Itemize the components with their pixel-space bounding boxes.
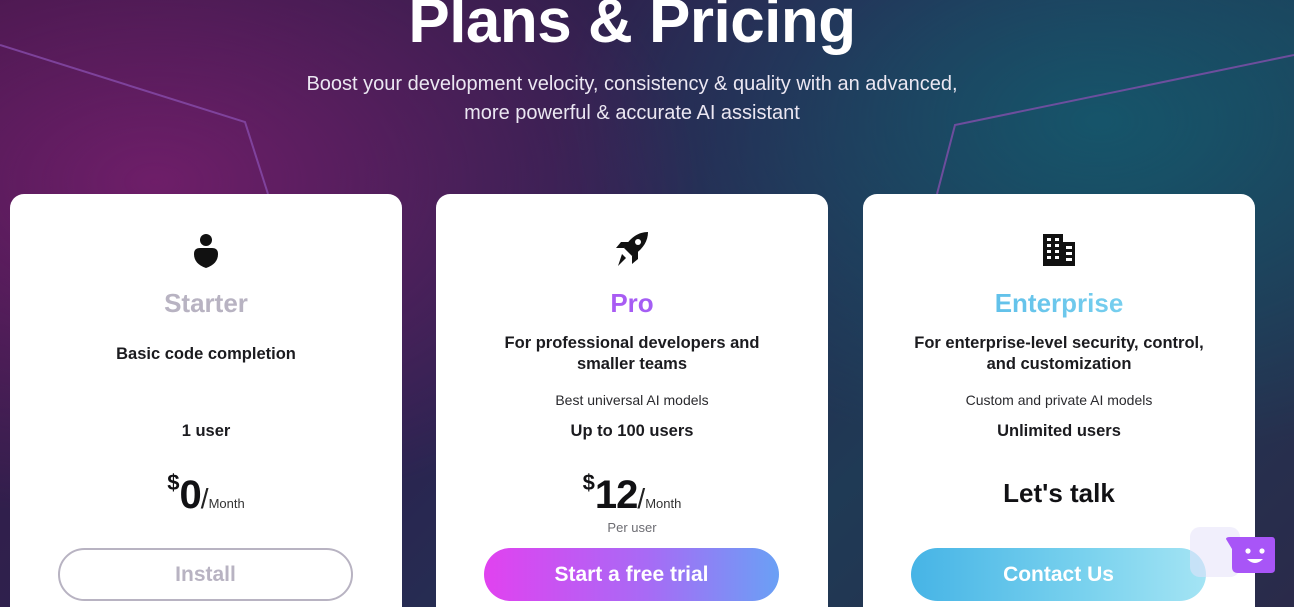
price-currency: $: [582, 470, 595, 495]
price-note: Per user: [607, 520, 657, 535]
plan-name: Enterprise: [863, 288, 1255, 319]
price-period: Month: [208, 496, 245, 511]
price-period: Month: [645, 496, 682, 511]
plan-description: For professional developers and smaller …: [504, 334, 760, 373]
page-title: Plans & Pricing: [408, 0, 856, 56]
install-button[interactable]: Install: [58, 548, 353, 601]
plan-price: $0/Month: [10, 470, 402, 518]
price-slash: /: [200, 483, 209, 514]
building-icon: [1043, 234, 1075, 266]
contact-us-button[interactable]: Contact Us: [911, 548, 1206, 601]
plan-description: Basic code completion: [116, 345, 296, 363]
start-free-trial-button[interactable]: Start a free trial: [484, 548, 779, 601]
plan-users: Up to 100 users: [570, 422, 694, 440]
chat-bot-icon[interactable]: [1224, 535, 1276, 575]
plan-users: Unlimited users: [997, 422, 1121, 440]
plan-card-starter: Starter Basic code completion 1 user $0/…: [10, 194, 402, 607]
plan-price: $12/Month: [436, 470, 828, 518]
plan-users: 1 user: [181, 422, 231, 440]
price-amount: 12: [594, 473, 638, 517]
price-currency: $: [167, 470, 180, 495]
plan-name: Starter: [164, 288, 248, 318]
plan-models: Best universal AI models: [555, 392, 709, 408]
plan-name: Pro: [436, 288, 828, 319]
plan-card-pro: Pro For professional developers and smal…: [436, 194, 828, 607]
price-amount: 0: [179, 473, 202, 517]
rocket-icon: [616, 232, 648, 266]
plan-models: Custom and private AI models: [965, 392, 1153, 408]
plan-description: For enterprise-level security, control, …: [914, 334, 1204, 373]
user-icon: [194, 234, 218, 268]
page-subtitle: Boost your development velocity, consist…: [306, 73, 958, 124]
price-contact-text: Let's talk: [1003, 478, 1115, 508]
